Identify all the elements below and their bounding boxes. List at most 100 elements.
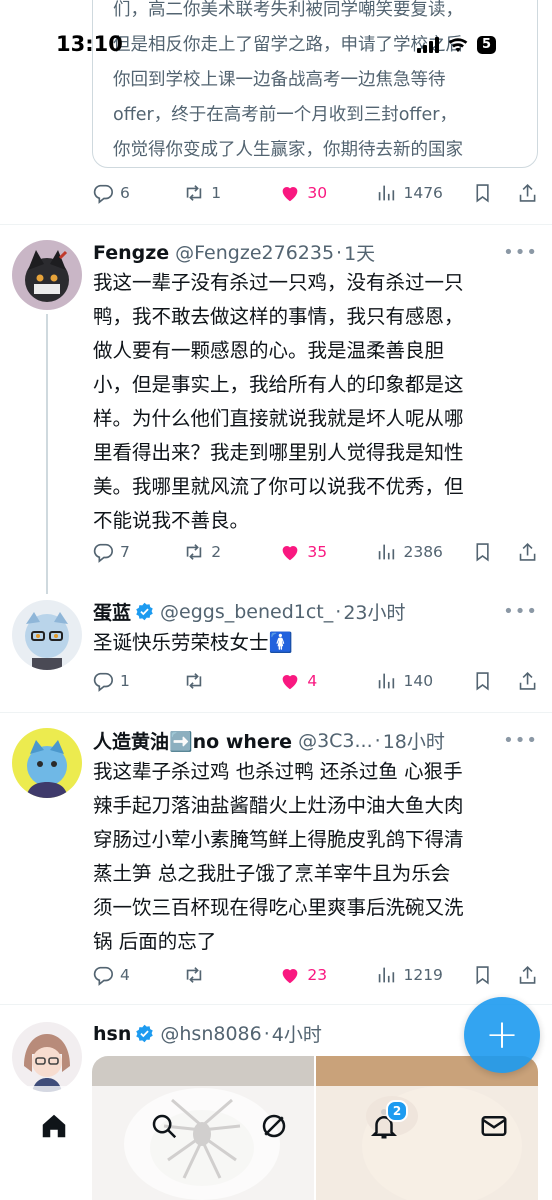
tweet-text-line: 锅 后面的忘了 — [93, 930, 217, 953]
tweet-text-line: 不能说我不善良。 — [93, 509, 250, 532]
handle[interactable]: @hsn8086 — [160, 1023, 261, 1045]
tweet-text-line: 我这辈子杀过鸡 也杀过鸭 还杀过鱼 心狠手 — [93, 760, 463, 783]
views-button[interactable]: 140 — [375, 670, 467, 692]
tweet-text-line: 做人要有一颗感恩的心。我是温柔善良胆 — [93, 339, 445, 362]
tweet-text-line: 小，但是事实上，我给所有人的印象都是这 — [93, 373, 464, 396]
handle[interactable]: @eggs_bened1ct_ — [160, 601, 333, 623]
avatar[interactable] — [12, 728, 82, 798]
repost-button[interactable]: 2 — [183, 541, 279, 563]
tweet-actions: 4 23 1219 — [92, 964, 538, 986]
reply-button[interactable]: 7 — [92, 541, 183, 563]
display-name[interactable]: 人造黄油➡️no where — [93, 727, 292, 754]
repost-icon — [187, 544, 202, 560]
tweet-text-line: 样。为什么他们直接就说我就是坏人呢从哪 — [93, 407, 464, 430]
quoted-text-line: 你回到学校上课一边备战高考一边焦急等待 — [113, 70, 446, 90]
bookmark-icon[interactable] — [472, 670, 493, 692]
separator: · — [335, 600, 342, 623]
heart-filled-icon — [283, 969, 298, 984]
like-button[interactable]: 35 — [279, 541, 375, 563]
views-button[interactable]: 1219 — [375, 964, 467, 986]
like-button[interactable]: 23 — [279, 964, 375, 986]
verified-badge-icon — [136, 602, 153, 621]
repost-icon — [187, 185, 202, 201]
share-icon[interactable] — [517, 182, 538, 204]
grok-icon — [262, 1114, 286, 1138]
repost-button[interactable] — [183, 964, 279, 986]
tweet-actions: 7 2 35 2386 — [92, 541, 538, 563]
repost-count: 2 — [211, 543, 222, 561]
avatar[interactable] — [12, 1022, 82, 1092]
views-icon — [379, 673, 395, 689]
more-options-icon[interactable]: ••• — [503, 730, 538, 751]
display-name[interactable]: 蛋蓝 — [93, 598, 131, 625]
repost-icon — [187, 967, 202, 983]
display-name[interactable]: hsn — [93, 1023, 131, 1045]
timestamp[interactable]: 18小时 — [383, 727, 445, 754]
repost-icon — [187, 673, 202, 689]
handle[interactable]: @3C3... — [298, 730, 373, 752]
tweet-text-line: 辣手起刀落油盐酱醋火上灶汤中油大鱼大肉 — [93, 794, 464, 817]
tweet-text-line: 鸭，我不敢去做这样的事情，我只有感恩， — [93, 305, 464, 328]
reply-count: 6 — [120, 184, 130, 202]
tweet-body: 我这辈子杀过鸡 也杀过鸭 还杀过鱼 心狠手 辣手起刀落油盐酱醋火上灶汤中油大鱼大… — [93, 755, 464, 959]
reply-icon — [93, 672, 113, 692]
thread-line — [46, 314, 48, 594]
bookmark-icon[interactable] — [472, 541, 493, 563]
tweet-actions: 6 1 30 1476 — [92, 182, 538, 204]
tweet-actions: 1 4 140 — [92, 670, 538, 692]
timestamp[interactable]: 4小时 — [272, 1020, 322, 1047]
status-icons: 5 — [416, 36, 496, 54]
quoted-text-line: offer，终于在高考前一个月收到三封offer， — [113, 105, 457, 125]
compose-button[interactable]: + — [464, 997, 540, 1073]
views-button[interactable]: 2386 — [375, 541, 467, 563]
timestamp[interactable]: 23小时 — [343, 598, 405, 625]
share-icon[interactable] — [517, 964, 538, 986]
reply-icon — [93, 543, 113, 563]
reply-button[interactable]: 1 — [92, 670, 183, 692]
divider — [0, 712, 552, 713]
separator: · — [374, 729, 381, 752]
bookmark-icon[interactable] — [472, 964, 493, 986]
tweet-body: 圣诞快乐劳荣枝女士🚺 — [93, 626, 293, 660]
reply-count: 7 — [120, 543, 130, 561]
nav-notifications[interactable]: 2 — [364, 1100, 408, 1146]
battery-icon: 5 — [476, 36, 496, 54]
more-options-icon[interactable]: ••• — [503, 601, 538, 622]
bookmark-icon[interactable] — [472, 182, 493, 204]
views-icon — [379, 967, 395, 983]
tweet-header: Fengze @Fengze276235 · 1天 ••• — [93, 239, 538, 266]
divider — [0, 1004, 552, 1005]
share-icon[interactable] — [517, 670, 538, 692]
quoted-text-line: 你觉得你变成了人生赢家，你期待去新的国家 — [113, 140, 463, 160]
repost-count: 1 — [211, 184, 222, 202]
reply-button[interactable]: 4 — [92, 964, 183, 986]
like-button[interactable]: 4 — [279, 670, 375, 692]
tweet-text-line: 里看得出来？我走到哪里别人觉得我是知性 — [93, 441, 464, 464]
tweet-text-line: 穿肠过小荤小素腌笃鲜上得脆皮乳鸽下得清 — [93, 828, 464, 851]
views-button[interactable]: 1476 — [375, 182, 467, 204]
quoted-tweet-card[interactable]: 们，高二你美术联考失利被同学嘲笑要复读， 但是相反你走上了留学之路，申请了学校之… — [92, 0, 538, 168]
reply-button[interactable]: 6 — [92, 182, 183, 204]
separator: · — [263, 1022, 270, 1045]
repost-button[interactable]: 1 — [183, 182, 279, 204]
nav-search[interactable] — [144, 1106, 184, 1146]
avatar[interactable] — [12, 600, 82, 670]
nav-home[interactable] — [34, 1106, 74, 1146]
repost-button[interactable] — [183, 670, 279, 692]
share-icon[interactable] — [517, 541, 538, 563]
divider — [0, 224, 552, 225]
avatar[interactable] — [12, 240, 82, 310]
cellular-signal-icon — [416, 37, 439, 53]
reply-icon — [93, 966, 113, 986]
more-options-icon[interactable]: ••• — [503, 242, 538, 263]
home-icon — [42, 1114, 66, 1138]
display-name[interactable]: Fengze — [93, 242, 169, 264]
timestamp[interactable]: 1天 — [344, 239, 375, 266]
views-count: 1219 — [403, 966, 443, 984]
nav-messages[interactable] — [474, 1106, 514, 1146]
separator: · — [336, 241, 343, 264]
like-button[interactable]: 30 — [279, 182, 375, 204]
nav-grok[interactable] — [254, 1106, 294, 1146]
handle[interactable]: @Fengze276235 — [175, 242, 334, 264]
tweet-text-line: 美。我哪里就风流了你可以说我不优秀，但 — [93, 475, 464, 498]
